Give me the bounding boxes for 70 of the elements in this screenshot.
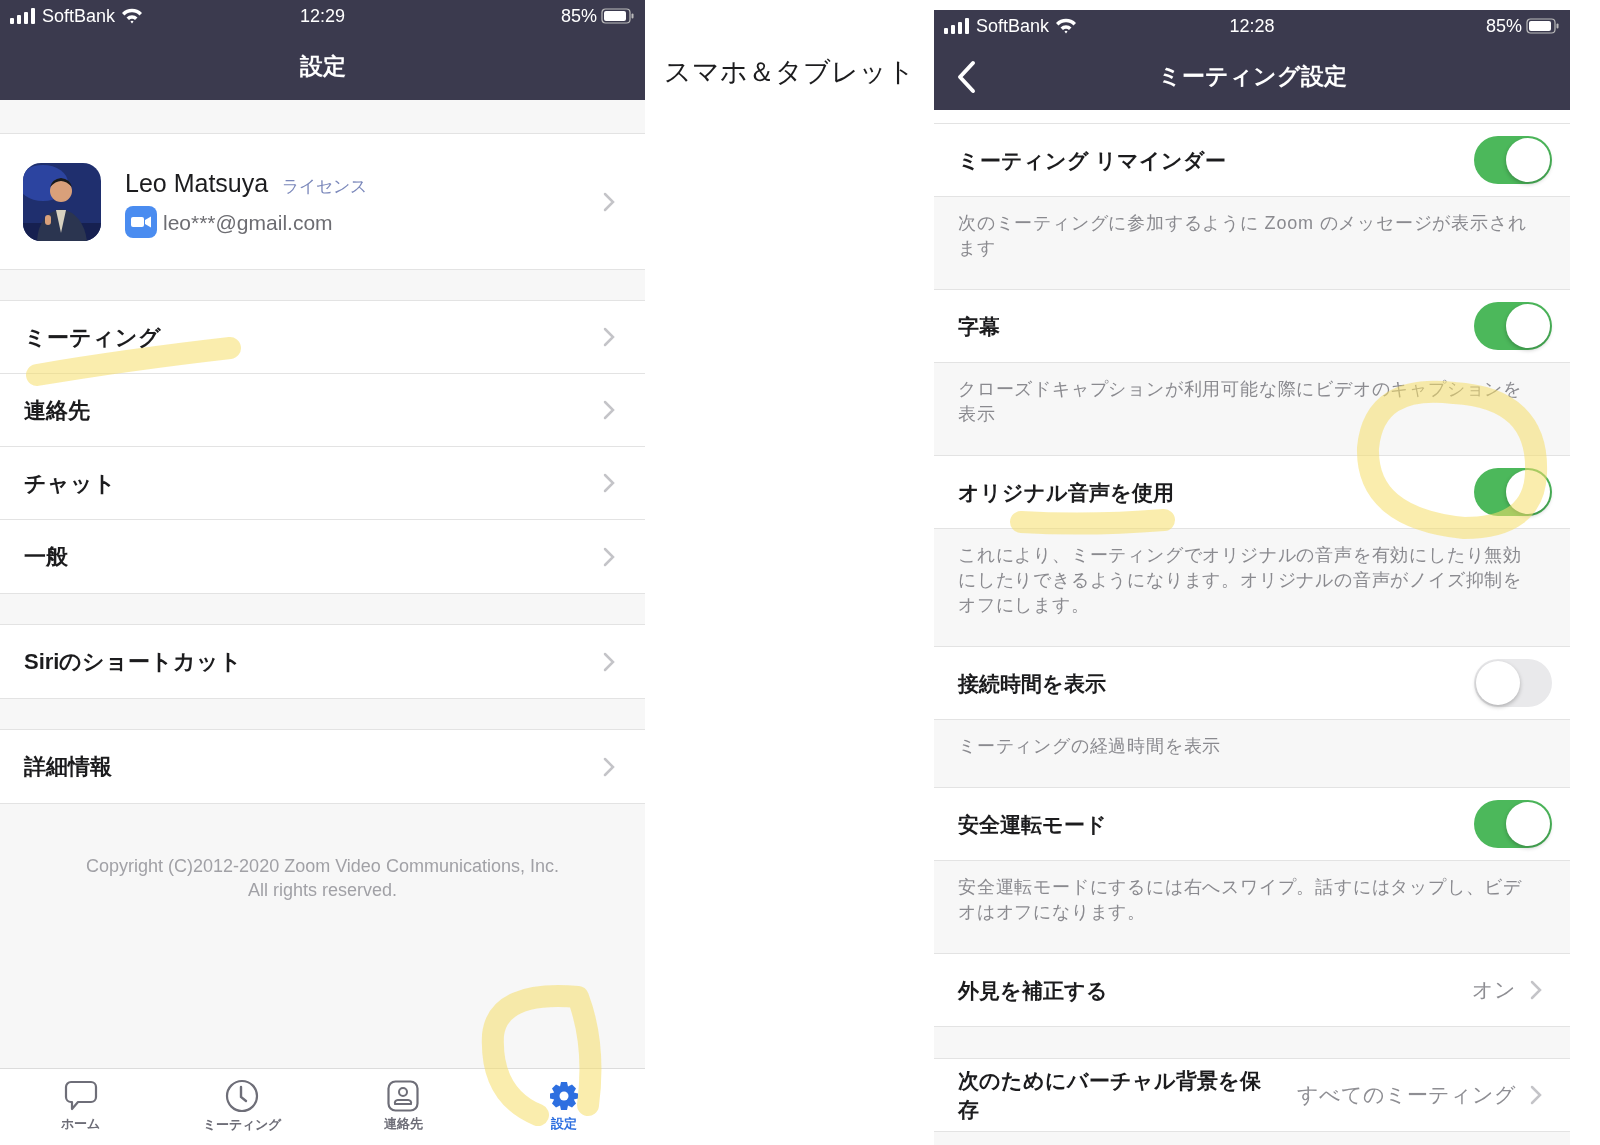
battery-percentage: 85% (560, 4, 597, 28)
tab-bar-item[interactable]: 連絡先 (322, 1069, 484, 1145)
setting-label: 接続時間を表示 (958, 670, 1106, 697)
toggle-switch[interactable] (1474, 468, 1552, 516)
setting-row[interactable]: 外見を補正する オン (934, 954, 1570, 1027)
battery-icon (1526, 18, 1560, 34)
setting-label: ミーティング リマインダー (958, 147, 1226, 174)
setting-label: 次のためにバーチャル背景を保存 (958, 1068, 1262, 1123)
video-camera-icon (125, 206, 157, 239)
toggle-switch[interactable] (1474, 136, 1552, 184)
copyright-text: All rights reserved. (247, 879, 398, 902)
gear-icon (548, 1080, 581, 1113)
chevron-right-icon (603, 756, 615, 777)
screen-title: 設定 (299, 51, 346, 81)
toggle-switch[interactable] (1474, 302, 1552, 350)
setting-row[interactable]: 次のためにバーチャル背景を保存 すべてのミーティング (934, 1059, 1570, 1132)
chevron-right-icon (603, 546, 615, 567)
setting-row[interactable]: 接続時間を表示 (934, 647, 1570, 720)
tab-bar-item[interactable]: ホーム (0, 1069, 162, 1145)
setting-description: 安全運転モードにするには右へスワイプ。話すにはタップし、ビデオはオフになります。 (958, 876, 1523, 924)
setting-value: すべてのミーティング (1297, 1082, 1516, 1109)
clock-time: 12:28 (1229, 14, 1275, 38)
setting-label: 字幕 (958, 313, 1000, 340)
setting-description: 次のミーティングに参加するように Zoom のメッセージが表示されます (958, 212, 1528, 260)
setting-label: オリジナル音声を使用 (958, 479, 1174, 506)
toggle-switch[interactable] (1474, 659, 1552, 707)
setting-description: これにより、ミーティングでオリジナルの音声を有効にしたり無効にしたりできるようになります。オリジナルの音声がノイズ抑制をオフにします。 (958, 544, 1523, 617)
screen-title: ミーティング設定 (1157, 61, 1347, 91)
setting-label: 外見を補正する (958, 977, 1108, 1004)
chevron-right-icon (603, 473, 615, 493)
wifi-icon (1055, 18, 1078, 34)
clock-time: 12:29 (299, 4, 345, 28)
battery-icon (601, 8, 635, 24)
setting-label: 安全運転モード (958, 811, 1107, 838)
setting-row[interactable]: 安全運転モード (934, 788, 1570, 861)
license-label: ライセンス (282, 175, 368, 198)
toggle-switch[interactable] (1474, 800, 1552, 848)
profile-row[interactable]: Leo Matsuya ライセンス leo***@gmail.com (0, 134, 645, 270)
setting-row[interactable]: 字幕 (934, 290, 1570, 363)
copyright-text: Copyright (C)2012-2020 Zoom Video Communications, Inc. (86, 855, 559, 878)
chevron-right-icon (603, 651, 615, 672)
battery-percentage: 85% (1485, 14, 1522, 38)
tab-bar-item[interactable]: ミーティング (161, 1069, 323, 1145)
menu-row[interactable]: 詳細情報 (0, 730, 645, 803)
menu-row[interactable]: 一般 (0, 520, 645, 593)
setting-row[interactable]: ミーティング リマインダー (934, 124, 1570, 197)
setting-row[interactable]: オリジナル音声を使用 (934, 456, 1570, 529)
carrier-name: SoftBank (42, 4, 116, 28)
chevron-right-icon (603, 191, 615, 212)
menu-row[interactable]: チャット (0, 447, 645, 520)
setting-value: オン (1472, 977, 1516, 1004)
wifi-icon (121, 8, 144, 24)
contact-card-icon (387, 1080, 420, 1113)
speech-bubble-icon (63, 1080, 98, 1113)
clock-icon (224, 1079, 259, 1114)
menu-row[interactable]: 連絡先 (0, 374, 645, 447)
chevron-right-icon (1530, 980, 1542, 1000)
signal-icon (944, 18, 970, 34)
caption-text: スマホ＆タブレット (664, 56, 915, 89)
signal-icon (10, 8, 36, 24)
chevron-right-icon (1530, 1085, 1542, 1105)
tab-bar-item[interactable]: 設定 (483, 1069, 645, 1145)
chevron-right-icon (603, 400, 615, 420)
menu-row[interactable]: Siriのショートカット (0, 625, 645, 698)
setting-description: ミーティングの経過時間を表示 (958, 735, 1223, 758)
email-address: leo***@gmail.com (163, 209, 333, 236)
user-name: Leo Matsuya (125, 167, 269, 199)
chevron-right-icon (603, 327, 615, 347)
carrier-name: SoftBank (976, 14, 1050, 38)
menu-row[interactable]: ミーティング (0, 301, 645, 374)
